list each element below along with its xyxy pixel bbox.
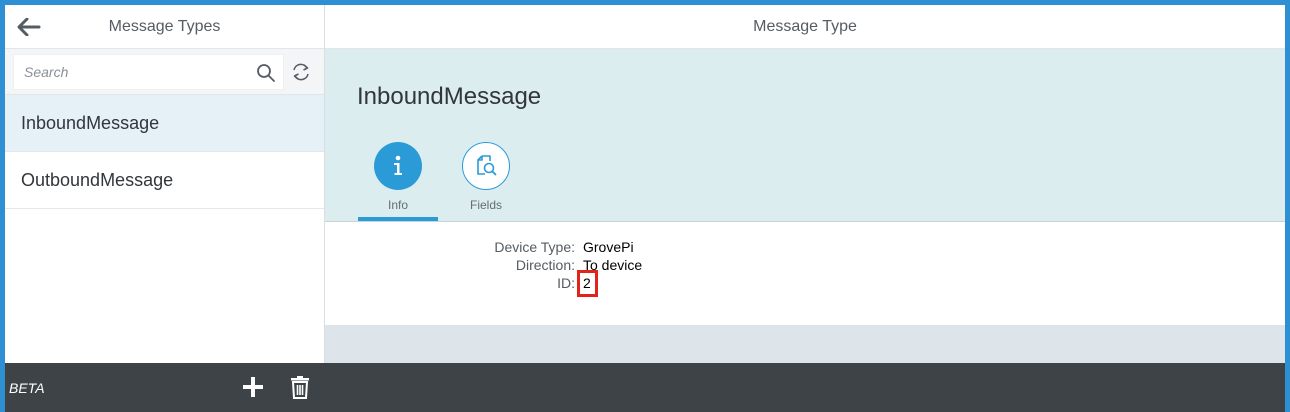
app-frame: Message Types Search InboundMessage Outb…	[5, 5, 1285, 412]
search-bar	[5, 49, 324, 95]
beta-label: BETA	[9, 380, 45, 396]
master-pane: Message Types Search InboundMessage Outb…	[5, 5, 325, 363]
form-row-id: ID: 2	[325, 270, 1285, 297]
tab-fields-circle	[462, 142, 510, 190]
detail-title: Message Type	[753, 17, 857, 35]
info-form: Device Type: GrovePi Direction: To devic…	[325, 222, 1285, 325]
tab-info-label: Info	[387, 198, 408, 212]
tab-fields-label: Fields	[469, 198, 502, 212]
master-header: Message Types	[5, 5, 324, 49]
refresh-icon	[293, 63, 309, 80]
detail-pane: Message Type InboundMessage Info Fields …	[325, 5, 1285, 363]
tab-active-indicator	[358, 217, 438, 221]
refresh-button[interactable]	[284, 55, 318, 89]
add-button[interactable]	[238, 372, 268, 402]
field-label: Direction:	[515, 257, 575, 273]
search-input[interactable]	[24, 63, 224, 80]
search-icon	[257, 63, 275, 82]
list-item[interactable]: InboundMessage	[5, 95, 324, 152]
document-search-icon	[477, 155, 497, 176]
form-row-direction: Direction: To device	[325, 257, 1285, 275]
plus-icon	[243, 377, 263, 397]
tab-info[interactable]: Info	[358, 142, 438, 221]
back-button[interactable]	[15, 14, 43, 40]
object-header: InboundMessage Info Fields	[325, 49, 1285, 222]
footer-toolbar: BETA	[5, 363, 1285, 412]
list-item[interactable]: OutboundMessage	[5, 152, 324, 209]
highlight-box	[577, 270, 598, 297]
master-title: Message Types	[108, 17, 221, 35]
arrow-left-icon	[17, 18, 41, 36]
info-icon	[394, 155, 402, 175]
field-label: ID:	[557, 275, 575, 291]
trash-icon	[291, 376, 309, 399]
list-item-label: InboundMessage	[21, 112, 160, 133]
list-item-label: OutboundMessage	[21, 169, 174, 190]
detail-header: Message Type	[325, 5, 1285, 49]
tab-info-circle	[374, 142, 422, 190]
field-label: Device Type:	[494, 239, 575, 255]
object-title: InboundMessage	[357, 83, 542, 110]
delete-button[interactable]	[285, 372, 315, 402]
search-button[interactable]	[249, 56, 283, 90]
search-field[interactable]	[13, 53, 284, 90]
tab-fields[interactable]: Fields	[446, 142, 526, 212]
field-value: GrovePi	[583, 239, 634, 255]
form-row-device-type: Device Type: GrovePi	[325, 239, 1285, 257]
